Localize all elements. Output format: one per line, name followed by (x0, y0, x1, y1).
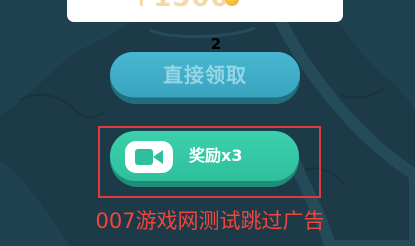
claim-button-label: 直接领取 (163, 63, 247, 87)
countdown-number: 2 (210, 35, 222, 53)
reward-popup-screen: +1500 2 直接领取 奖励x3 007游戏网测试跳过广告 (0, 0, 415, 246)
reward-amount: +1500 (120, 0, 240, 11)
claim-directly-button[interactable]: 直接领取 (110, 52, 300, 104)
ad-skip-caption: 007游戏网测试跳过广告 (95, 209, 325, 233)
video-camera-icon (125, 141, 173, 173)
watch-video-reward-button[interactable]: 奖励x3 (110, 131, 299, 187)
video-reward-label: 奖励x3 (189, 146, 243, 165)
